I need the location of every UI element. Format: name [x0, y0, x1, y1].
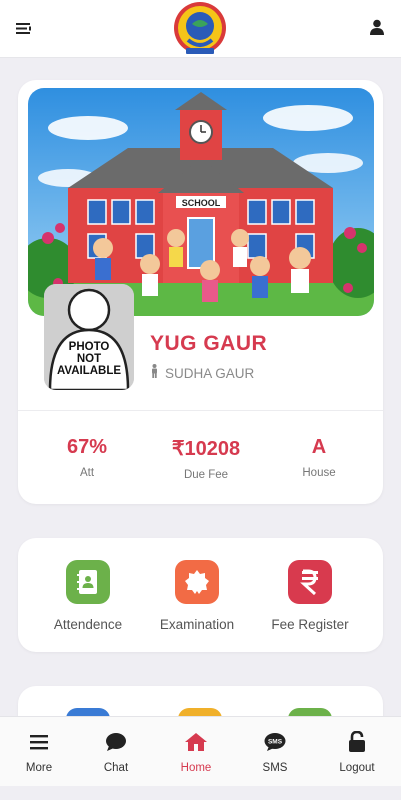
student-photo: PHOTO NOT AVAILABLE	[44, 284, 134, 390]
person-icon	[150, 364, 159, 383]
profile-card: SCHOOL PHOTO NOT AVAILABLE YUG GAUR SUDH…	[18, 80, 383, 504]
due-fee-value: ₹10208	[171, 438, 241, 460]
svg-text:SMS: SMS	[268, 739, 283, 746]
rupee-icon	[288, 560, 332, 604]
attendence-button[interactable]: Attendence	[33, 560, 143, 632]
parent-row: SUDHA GAUR	[150, 364, 254, 383]
nav-logout-label: Logout	[339, 762, 375, 774]
school-banner-image: SCHOOL	[28, 88, 374, 316]
house-stat: A House	[264, 436, 374, 479]
bottom-navigation: More Chat Home SMS SMS Logout	[0, 716, 401, 786]
nav-home[interactable]: Home	[166, 731, 226, 774]
badge-icon	[175, 560, 219, 604]
menu-icon	[9, 731, 69, 753]
nav-home-label: Home	[180, 762, 212, 774]
parent-name: SUDHA GAUR	[165, 366, 255, 381]
fee-register-label: Fee Register	[271, 617, 349, 632]
chat-bubble-icon	[86, 731, 146, 753]
quick-actions-card: Attendence Examination Fee Register	[18, 538, 383, 652]
attendance-value: 67%	[66, 436, 108, 458]
attendence-label: Attendence	[53, 617, 123, 632]
nav-chat-label: Chat	[103, 762, 129, 774]
due-fee-stat: ₹10208 Due Fee	[151, 436, 261, 481]
attendance-stat: 67% Att	[32, 436, 142, 479]
nav-more-label: More	[25, 762, 53, 774]
house-value: A	[311, 436, 327, 458]
photo-placeholder-line-2: NOT	[77, 353, 101, 365]
contact-book-icon	[66, 560, 110, 604]
nav-sms[interactable]: SMS SMS	[245, 731, 305, 774]
unlock-icon	[327, 731, 387, 753]
examination-label: Examination	[159, 617, 235, 632]
photo-placeholder-line-3: AVAILABLE	[57, 365, 121, 377]
menu-icon[interactable]	[14, 19, 34, 37]
bottom-system-strip	[0, 786, 401, 800]
house-label: House	[302, 467, 336, 479]
nav-logout[interactable]: Logout	[327, 731, 387, 774]
nav-more[interactable]: More	[9, 731, 69, 774]
examination-button[interactable]: Examination	[142, 560, 252, 632]
banner-school-sign: SCHOOL	[182, 198, 221, 208]
nav-sms-label: SMS	[262, 762, 288, 774]
school-logo	[174, 0, 226, 58]
card-divider	[18, 410, 383, 411]
home-icon	[166, 731, 226, 753]
user-icon[interactable]	[369, 19, 385, 35]
sms-bubble-icon: SMS	[245, 731, 305, 753]
due-fee-label: Due Fee	[183, 469, 229, 481]
fee-register-button[interactable]: Fee Register	[255, 560, 365, 632]
app-header	[0, 0, 401, 58]
photo-placeholder-line-1: PHOTO	[69, 341, 110, 353]
student-name: YUG GAUR	[150, 332, 268, 355]
nav-chat[interactable]: Chat	[86, 731, 146, 774]
attendance-label: Att	[79, 467, 95, 479]
